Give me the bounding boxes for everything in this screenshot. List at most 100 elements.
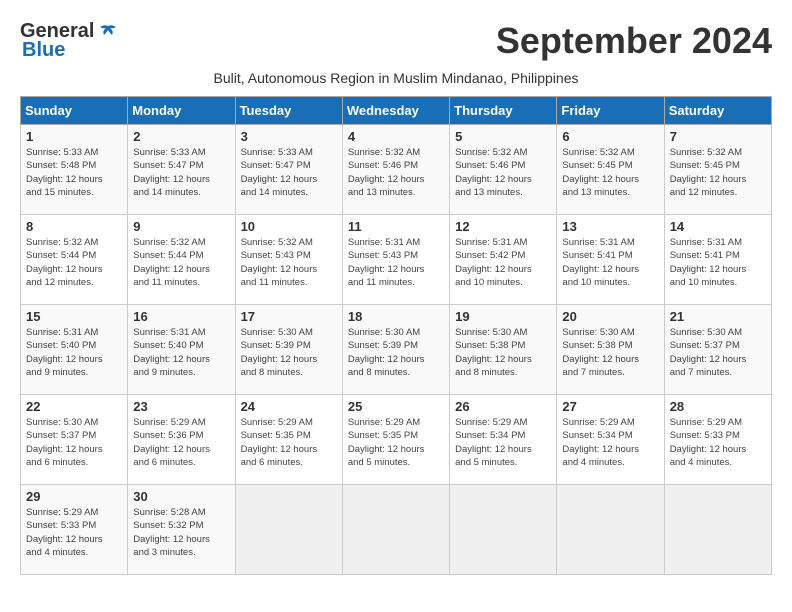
day-info: Sunrise: 5:28 AM Sunset: 5:32 PM Dayligh… bbox=[133, 506, 229, 559]
day-cell-17: 17Sunrise: 5:30 AM Sunset: 5:39 PM Dayli… bbox=[235, 305, 342, 395]
day-cell-13: 13 Sunrise: 5:31 AM Sunset: 5:41 PM Dayli… bbox=[557, 215, 664, 305]
subtitle: Bulit, Autonomous Region in Muslim Minda… bbox=[20, 70, 772, 86]
day-number: 28 bbox=[670, 399, 766, 414]
day-info: Sunrise: 5:32 AM Sunset: 5:43 PM Dayligh… bbox=[241, 236, 337, 289]
day-info: Sunrise: 5:31 AM Sunset: 5:41 PM Dayligh… bbox=[670, 236, 766, 289]
day-cell-18: 18 Sunrise: 5:30 AM Sunset: 5:39 PM Dayli… bbox=[342, 305, 449, 395]
day-info: Sunrise: 5:30 AM Sunset: 5:38 PM Dayligh… bbox=[562, 326, 658, 379]
day-number: 29 bbox=[26, 489, 122, 504]
day-number: 12 bbox=[455, 219, 551, 234]
day-info: Sunrise: 5:31 AM Sunset: 5:43 PM Dayligh… bbox=[348, 236, 444, 289]
day-cell-21: 21Sunrise: 5:30 AM Sunset: 5:37 PM Dayli… bbox=[664, 305, 771, 395]
day-info: Sunrise: 5:31 AM Sunset: 5:40 PM Dayligh… bbox=[26, 326, 122, 379]
header-thursday: Thursday bbox=[450, 97, 557, 125]
day-number: 24 bbox=[241, 399, 337, 414]
day-cell-26: 26 Sunrise: 5:29 AM Sunset: 5:34 PM Dayli… bbox=[450, 395, 557, 485]
day-info: Sunrise: 5:29 AM Sunset: 5:35 PM Dayligh… bbox=[241, 416, 337, 469]
day-cell-8: 8 Sunrise: 5:32 AM Sunset: 5:44 PM Daylig… bbox=[21, 215, 128, 305]
day-number: 14 bbox=[670, 219, 766, 234]
day-number: 10 bbox=[241, 219, 337, 234]
day-info: Sunrise: 5:31 AM Sunset: 5:40 PM Dayligh… bbox=[133, 326, 229, 379]
day-info: Sunrise: 5:29 AM Sunset: 5:35 PM Dayligh… bbox=[348, 416, 444, 469]
day-number: 16 bbox=[133, 309, 229, 324]
day-info: Sunrise: 5:29 AM Sunset: 5:34 PM Dayligh… bbox=[562, 416, 658, 469]
page-header: General Blue September 2024 bbox=[20, 20, 772, 62]
day-cell-14: 14 Sunrise: 5:31 AM Sunset: 5:41 PM Dayli… bbox=[664, 215, 771, 305]
day-number: 18 bbox=[348, 309, 444, 324]
day-cell-9: 9Sunrise: 5:32 AM Sunset: 5:44 PM Daylig… bbox=[128, 215, 235, 305]
day-info: Sunrise: 5:29 AM Sunset: 5:34 PM Dayligh… bbox=[455, 416, 551, 469]
day-number: 7 bbox=[670, 129, 766, 144]
day-number: 13 bbox=[562, 219, 658, 234]
week-row-4: 22 Sunrise: 5:30 AM Sunset: 5:37 PM Dayli… bbox=[21, 395, 772, 485]
empty-cell bbox=[235, 485, 342, 575]
day-number: 5 bbox=[455, 129, 551, 144]
day-number: 3 bbox=[241, 129, 337, 144]
day-cell-11: 11 Sunrise: 5:31 AM Sunset: 5:43 PM Dayli… bbox=[342, 215, 449, 305]
header-sunday: Sunday bbox=[21, 97, 128, 125]
day-number: 22 bbox=[26, 399, 122, 414]
calendar-table: SundayMondayTuesdayWednesdayThursdayFrid… bbox=[20, 96, 772, 575]
day-number: 26 bbox=[455, 399, 551, 414]
day-info: Sunrise: 5:29 AM Sunset: 5:33 PM Dayligh… bbox=[670, 416, 766, 469]
day-number: 11 bbox=[348, 219, 444, 234]
day-info: Sunrise: 5:29 AM Sunset: 5:36 PM Dayligh… bbox=[133, 416, 229, 469]
header-saturday: Saturday bbox=[664, 97, 771, 125]
day-number: 8 bbox=[26, 219, 122, 234]
day-info: Sunrise: 5:33 AM Sunset: 5:48 PM Dayligh… bbox=[26, 146, 122, 199]
day-info: Sunrise: 5:33 AM Sunset: 5:47 PM Dayligh… bbox=[241, 146, 337, 199]
empty-cell bbox=[342, 485, 449, 575]
day-number: 23 bbox=[133, 399, 229, 414]
day-info: Sunrise: 5:31 AM Sunset: 5:41 PM Dayligh… bbox=[562, 236, 658, 289]
day-cell-15: 15Sunrise: 5:31 AM Sunset: 5:40 PM Dayli… bbox=[21, 305, 128, 395]
day-cell-27: 27 Sunrise: 5:29 AM Sunset: 5:34 PM Dayli… bbox=[557, 395, 664, 485]
logo-bird-icon bbox=[98, 22, 118, 42]
day-number: 30 bbox=[133, 489, 229, 504]
day-info: Sunrise: 5:32 AM Sunset: 5:45 PM Dayligh… bbox=[670, 146, 766, 199]
day-cell-3: 3 Sunrise: 5:33 AM Sunset: 5:47 PM Daylig… bbox=[235, 125, 342, 215]
day-number: 19 bbox=[455, 309, 551, 324]
day-cell-6: 6 Sunrise: 5:32 AM Sunset: 5:45 PM Daylig… bbox=[557, 125, 664, 215]
empty-cell bbox=[664, 485, 771, 575]
day-cell-12: 12Sunrise: 5:31 AM Sunset: 5:42 PM Dayli… bbox=[450, 215, 557, 305]
day-info: Sunrise: 5:32 AM Sunset: 5:45 PM Dayligh… bbox=[562, 146, 658, 199]
header-friday: Friday bbox=[557, 97, 664, 125]
day-cell-1: 1 Sunrise: 5:33 AM Sunset: 5:48 PM Daylig… bbox=[21, 125, 128, 215]
week-row-1: 1 Sunrise: 5:33 AM Sunset: 5:48 PM Daylig… bbox=[21, 125, 772, 215]
days-header-row: SundayMondayTuesdayWednesdayThursdayFrid… bbox=[21, 97, 772, 125]
day-cell-19: 19Sunrise: 5:30 AM Sunset: 5:38 PM Dayli… bbox=[450, 305, 557, 395]
day-cell-25: 25Sunrise: 5:29 AM Sunset: 5:35 PM Dayli… bbox=[342, 395, 449, 485]
logo-blue-text: Blue bbox=[22, 39, 65, 62]
day-info: Sunrise: 5:30 AM Sunset: 5:37 PM Dayligh… bbox=[26, 416, 122, 469]
day-number: 4 bbox=[348, 129, 444, 144]
week-row-3: 15Sunrise: 5:31 AM Sunset: 5:40 PM Dayli… bbox=[21, 305, 772, 395]
day-cell-20: 20Sunrise: 5:30 AM Sunset: 5:38 PM Dayli… bbox=[557, 305, 664, 395]
day-info: Sunrise: 5:33 AM Sunset: 5:47 PM Dayligh… bbox=[133, 146, 229, 199]
day-cell-16: 16 Sunrise: 5:31 AM Sunset: 5:40 PM Dayli… bbox=[128, 305, 235, 395]
day-number: 6 bbox=[562, 129, 658, 144]
day-number: 2 bbox=[133, 129, 229, 144]
day-cell-23: 23 Sunrise: 5:29 AM Sunset: 5:36 PM Dayli… bbox=[128, 395, 235, 485]
day-cell-28: 28 Sunrise: 5:29 AM Sunset: 5:33 PM Dayli… bbox=[664, 395, 771, 485]
day-info: Sunrise: 5:32 AM Sunset: 5:44 PM Dayligh… bbox=[133, 236, 229, 289]
day-cell-30: 30 Sunrise: 5:28 AM Sunset: 5:32 PM Dayli… bbox=[128, 485, 235, 575]
empty-cell bbox=[557, 485, 664, 575]
day-number: 21 bbox=[670, 309, 766, 324]
day-info: Sunrise: 5:32 AM Sunset: 5:44 PM Dayligh… bbox=[26, 236, 122, 289]
day-cell-22: 22 Sunrise: 5:30 AM Sunset: 5:37 PM Dayli… bbox=[21, 395, 128, 485]
day-cell-29: 29Sunrise: 5:29 AM Sunset: 5:33 PM Dayli… bbox=[21, 485, 128, 575]
day-number: 1 bbox=[26, 129, 122, 144]
logo: General Blue bbox=[20, 20, 118, 62]
day-cell-24: 24 Sunrise: 5:29 AM Sunset: 5:35 PM Dayli… bbox=[235, 395, 342, 485]
header-wednesday: Wednesday bbox=[342, 97, 449, 125]
day-cell-7: 7 Sunrise: 5:32 AM Sunset: 5:45 PM Daylig… bbox=[664, 125, 771, 215]
day-cell-5: 5Sunrise: 5:32 AM Sunset: 5:46 PM Daylig… bbox=[450, 125, 557, 215]
day-info: Sunrise: 5:30 AM Sunset: 5:39 PM Dayligh… bbox=[348, 326, 444, 379]
day-info: Sunrise: 5:30 AM Sunset: 5:39 PM Dayligh… bbox=[241, 326, 337, 379]
day-cell-4: 4Sunrise: 5:32 AM Sunset: 5:46 PM Daylig… bbox=[342, 125, 449, 215]
header-monday: Monday bbox=[128, 97, 235, 125]
month-title: September 2024 bbox=[496, 20, 772, 62]
day-number: 27 bbox=[562, 399, 658, 414]
day-cell-10: 10 Sunrise: 5:32 AM Sunset: 5:43 PM Dayli… bbox=[235, 215, 342, 305]
week-row-5: 29Sunrise: 5:29 AM Sunset: 5:33 PM Dayli… bbox=[21, 485, 772, 575]
